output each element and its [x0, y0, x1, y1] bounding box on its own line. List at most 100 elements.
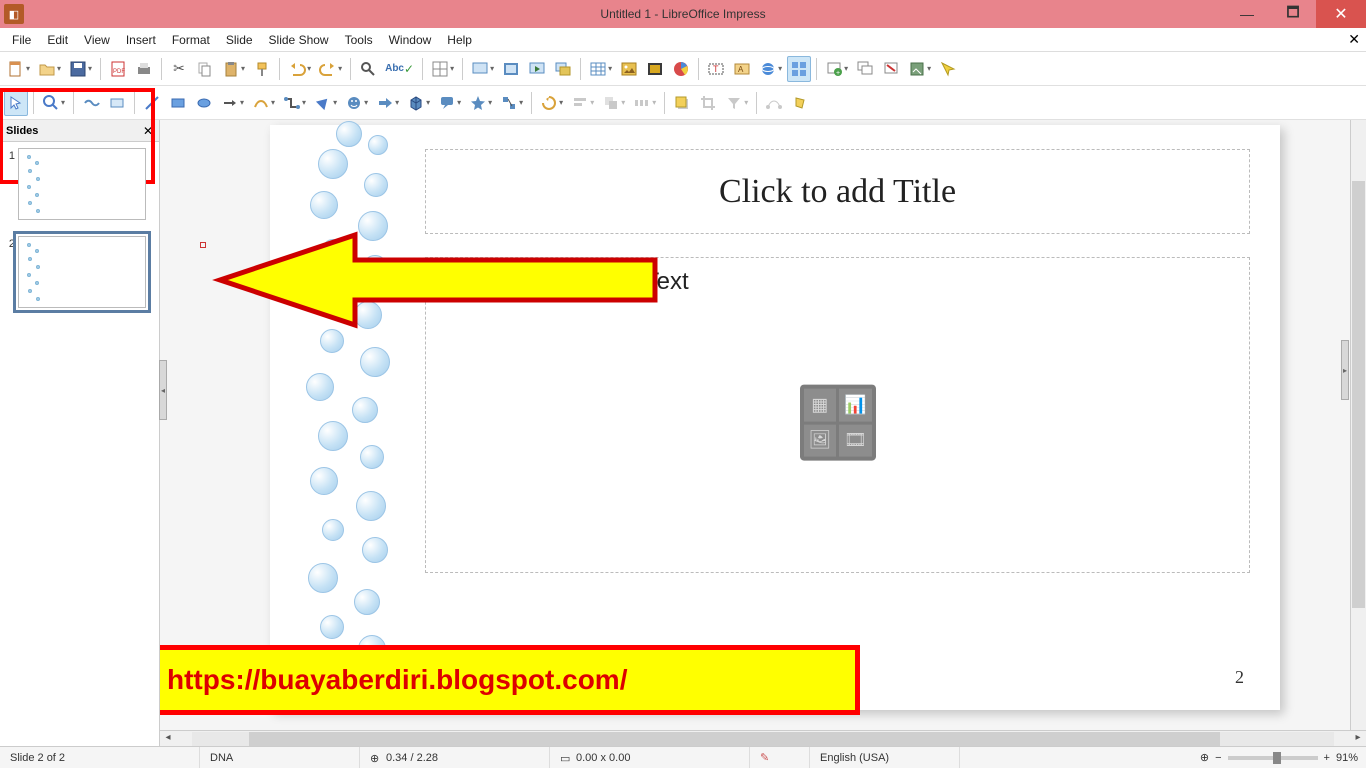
grid-button[interactable]	[428, 56, 457, 82]
zoom-controls: ⊕ − + 91%	[1192, 751, 1366, 764]
rectangle-tool[interactable]	[166, 90, 190, 116]
close-document-button[interactable]: ✕	[1348, 31, 1360, 48]
slides-list: 1 2	[0, 142, 159, 746]
basic-shapes-tool[interactable]	[311, 90, 340, 116]
spellcheck-button[interactable]: Abc✓	[382, 56, 417, 82]
menu-format[interactable]: Format	[164, 31, 218, 49]
find-replace-button[interactable]	[356, 56, 380, 82]
export-pdf-button[interactable]: PDF	[106, 56, 130, 82]
start-first-slide-button[interactable]	[525, 56, 549, 82]
ellipse-tool[interactable]	[192, 90, 216, 116]
minimize-button[interactable]: ―	[1224, 0, 1270, 28]
menu-tools[interactable]: Tools	[337, 31, 381, 49]
flowchart-tool[interactable]	[497, 90, 526, 116]
cut-button[interactable]: ✂	[167, 56, 191, 82]
slide-thumb-1[interactable]: 1	[4, 148, 155, 220]
paste-button[interactable]	[219, 56, 248, 82]
zoom-in-button[interactable]: +	[1324, 752, 1330, 764]
annotation-url-box: https://buayaberdiri.blogspot.com/	[160, 645, 860, 715]
title-placeholder-text: Click to add Title	[719, 173, 956, 211]
slide-editor[interactable]: Click to add Title • Text ▦ 📊 🖼 🎞 2 http…	[270, 125, 1280, 710]
maximize-button[interactable]: 🗖	[1270, 0, 1316, 28]
right-collapse-grip[interactable]: ▸	[1341, 340, 1349, 400]
status-slide-info: Slide 2 of 2	[0, 747, 200, 768]
menu-slide[interactable]: Slide	[218, 31, 261, 49]
canvas-inner[interactable]: ▸	[160, 120, 1366, 730]
menu-edit[interactable]: Edit	[39, 31, 76, 49]
insert-table-icon[interactable]: ▦	[804, 389, 837, 422]
align-tool[interactable]	[568, 90, 597, 116]
master-slide-button[interactable]	[499, 56, 523, 82]
horizontal-scrollbar[interactable]: ◂ ▸	[160, 730, 1366, 746]
undo-button[interactable]	[285, 56, 314, 82]
duplicate-slide-button[interactable]	[853, 56, 877, 82]
window-controls: ― 🗖 ✕	[1224, 0, 1366, 28]
thumb-2[interactable]	[18, 236, 146, 308]
insert-fontwork-button[interactable]: A	[730, 56, 754, 82]
save-button[interactable]	[66, 56, 95, 82]
menubar: File Edit View Insert Format Slide Slide…	[0, 28, 1366, 52]
start-current-slide-button[interactable]	[551, 56, 575, 82]
insert-image-icon[interactable]: 🖼	[804, 424, 837, 457]
shadow-button[interactable]	[670, 90, 694, 116]
print-button[interactable]	[132, 56, 156, 82]
close-button[interactable]: ✕	[1316, 0, 1366, 28]
zoom-percent[interactable]: 91%	[1336, 752, 1358, 764]
points-button[interactable]	[762, 90, 786, 116]
thumb-1[interactable]	[18, 148, 146, 220]
display-views-button[interactable]	[468, 56, 497, 82]
menu-slideshow[interactable]: Slide Show	[261, 31, 337, 49]
glue-points-button[interactable]	[788, 90, 812, 116]
distribute-tool[interactable]	[630, 90, 659, 116]
standard-toolbar: PDF ✂ Abc✓ T A +	[0, 52, 1366, 86]
fit-page-button[interactable]: ⊕	[1200, 751, 1209, 764]
callout-tool[interactable]	[435, 90, 464, 116]
content-placeholder[interactable]: • Text ▦ 📊 🖼 🎞	[425, 257, 1250, 573]
status-modified: ✎	[750, 747, 810, 768]
new-button[interactable]	[4, 56, 33, 82]
menu-help[interactable]: Help	[439, 31, 480, 49]
insert-chart-icon[interactable]: 📊	[839, 389, 872, 422]
new-slide-button[interactable]: +	[822, 56, 851, 82]
rotate-tool[interactable]	[537, 90, 566, 116]
menu-window[interactable]: Window	[381, 31, 440, 49]
3d-objects-tool[interactable]	[404, 90, 433, 116]
curve-tool[interactable]	[249, 90, 278, 116]
menu-file[interactable]: File	[4, 31, 39, 49]
insert-image-button[interactable]	[617, 56, 641, 82]
block-arrows-tool[interactable]	[373, 90, 402, 116]
open-button[interactable]	[35, 56, 64, 82]
clone-formatting-button[interactable]	[250, 56, 274, 82]
interaction-button[interactable]	[936, 56, 960, 82]
arrange-tool[interactable]	[599, 90, 628, 116]
insert-table-button[interactable]	[586, 56, 615, 82]
insert-movie-icon[interactable]: 🎞	[839, 424, 872, 457]
filter-button[interactable]	[722, 90, 751, 116]
canvas-area: ◂ ▸	[160, 120, 1366, 746]
dna-graphic	[300, 120, 420, 695]
arrow-tool[interactable]	[218, 90, 247, 116]
vertical-scrollbar[interactable]	[1350, 120, 1366, 730]
insert-content-grid[interactable]: ▦ 📊 🖼 🎞	[800, 385, 876, 461]
menu-insert[interactable]: Insert	[118, 31, 164, 49]
slide-layout-button[interactable]	[787, 56, 811, 82]
insert-av-button[interactable]	[643, 56, 667, 82]
zoom-out-button[interactable]: −	[1215, 752, 1221, 764]
insert-chart-button[interactable]	[669, 56, 693, 82]
redo-button[interactable]	[316, 56, 345, 82]
copy-button[interactable]	[193, 56, 217, 82]
menu-view[interactable]: View	[76, 31, 118, 49]
star-tool[interactable]	[466, 90, 495, 116]
crop-button[interactable]	[696, 90, 720, 116]
status-language[interactable]: English (USA)	[810, 747, 960, 768]
insert-hyperlink-button[interactable]	[756, 56, 785, 82]
symbol-shapes-tool[interactable]	[342, 90, 371, 116]
zoom-slider[interactable]	[1228, 756, 1318, 760]
window-title: Untitled 1 - LibreOffice Impress	[600, 7, 765, 21]
slide-thumb-2[interactable]: 2	[4, 236, 155, 308]
delete-slide-button[interactable]	[879, 56, 903, 82]
slide-properties-button[interactable]	[905, 56, 934, 82]
title-placeholder[interactable]: Click to add Title	[425, 149, 1250, 234]
insert-textbox-button[interactable]: T	[704, 56, 728, 82]
connector-tool[interactable]	[280, 90, 309, 116]
